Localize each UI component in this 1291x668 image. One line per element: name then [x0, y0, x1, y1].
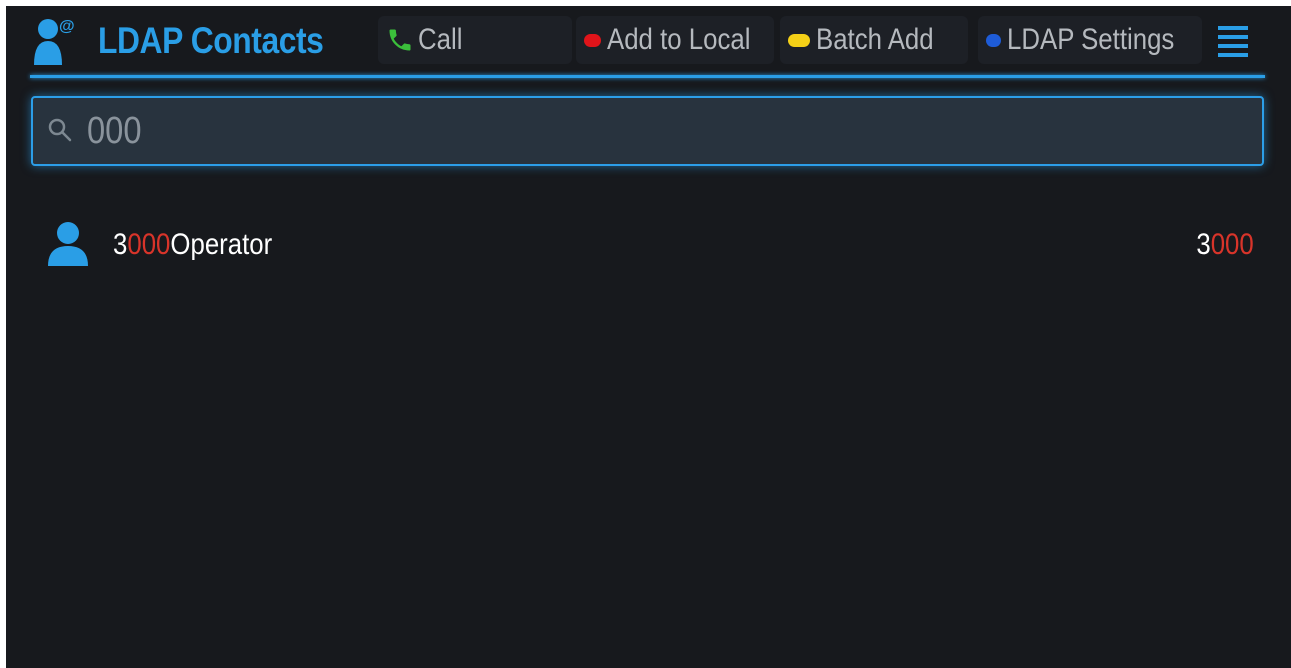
add-to-local-label: Add to Local	[607, 23, 751, 56]
contact-name: 3000Operator	[113, 228, 272, 262]
call-button[interactable]: Call	[378, 16, 572, 64]
batch-add-button[interactable]: Batch Add	[780, 16, 968, 64]
ldap-contact-icon: @	[34, 18, 75, 65]
ldap-settings-label: LDAP Settings	[1007, 23, 1175, 56]
header-divider	[30, 75, 1265, 78]
search-input[interactable]	[87, 106, 1076, 156]
search-box[interactable]	[31, 96, 1264, 166]
search-icon	[48, 118, 72, 142]
red-key-indicator	[584, 33, 602, 47]
contact-number-match: 000	[1210, 228, 1254, 261]
menu-icon[interactable]	[1216, 24, 1250, 58]
contact-name-suffix: Operator	[170, 228, 273, 261]
contact-number-prefix: 3	[1196, 228, 1211, 261]
contact-name-prefix: 3	[113, 228, 128, 261]
batch-add-label: Batch Add	[816, 23, 934, 56]
blue-key-indicator	[986, 33, 1002, 47]
add-to-local-button[interactable]: Add to Local	[576, 16, 774, 64]
ldap-contacts-screen: @ LDAP Contacts Call Add to Local Batch …	[6, 6, 1291, 668]
call-label: Call	[418, 23, 463, 56]
header-bar: @ LDAP Contacts Call Add to Local Batch …	[6, 6, 1291, 76]
contact-number: 3000	[1197, 228, 1254, 262]
phone-icon	[389, 29, 411, 51]
contact-name-match: 000	[127, 228, 171, 261]
yellow-key-indicator	[788, 33, 810, 47]
contact-row[interactable]: 3000Operator 3000	[6, 218, 1291, 278]
page-title: LDAP Contacts	[98, 20, 324, 61]
ldap-settings-button[interactable]: LDAP Settings	[978, 16, 1202, 64]
svg-text:@: @	[59, 18, 75, 35]
person-icon	[48, 222, 88, 266]
